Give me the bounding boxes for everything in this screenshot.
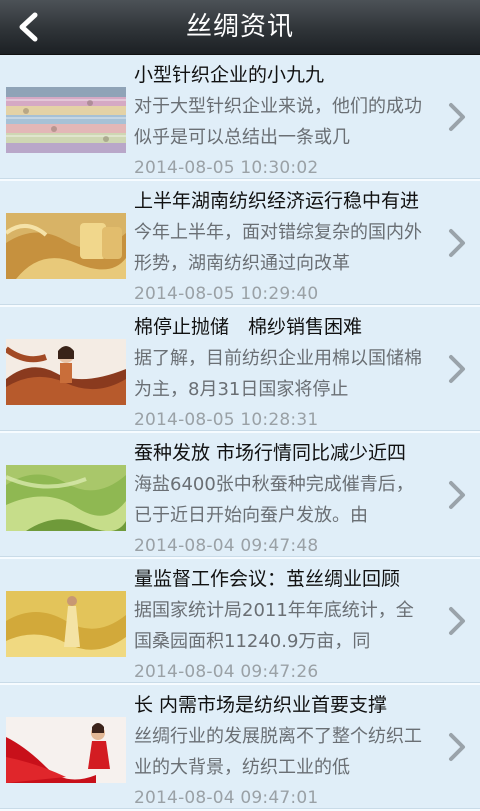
- news-thumbnail-red-silk-model: [6, 717, 126, 783]
- news-date: 2014-08-04 09:47:48: [134, 536, 319, 556]
- news-date: 2014-08-05 10:29:40: [134, 284, 319, 304]
- news-item[interactable]: 蚕种发放 市场行情同比减少近四 海盐6400张中秋蚕种完成催青后，已于近日开始向…: [0, 433, 480, 559]
- news-title: 量监督工作会议：茧丝绸业回顾: [134, 568, 401, 590]
- chevron-right-icon: [449, 103, 465, 131]
- news-date: 2014-08-04 09:47:01: [134, 788, 319, 808]
- news-list: 小型针织企业的小九九 对于大型针织企业来说，他们的成功似乎是可以总结出一条或几 …: [0, 55, 480, 811]
- news-summary: 对于大型针织企业来说，他们的成功似乎是可以总结出一条或几: [134, 96, 422, 148]
- app-header: 丝绸资讯: [0, 0, 480, 55]
- news-title: 长 内需市场是纺织业首要支撑: [134, 694, 388, 716]
- chevron-right-icon: [449, 481, 465, 509]
- news-title: 蚕种发放 市场行情同比减少近四: [134, 442, 407, 464]
- news-item[interactable]: 上半年湖南纺织经济运行稳中有进 今年上半年，面对错综复杂的国内外形势，湖南纺织通…: [0, 181, 480, 307]
- chevron-right-icon: [449, 607, 465, 635]
- news-item[interactable]: 小型针织企业的小九九 对于大型针织企业来说，他们的成功似乎是可以总结出一条或几 …: [0, 55, 480, 181]
- chevron-right-icon: [449, 733, 465, 761]
- back-button[interactable]: [6, 6, 50, 48]
- news-title: 小型针织企业的小九九: [134, 64, 325, 86]
- chevron-left-icon: [19, 12, 38, 42]
- news-date: 2014-08-04 09:47:26: [134, 662, 319, 682]
- chevron-right-icon: [449, 229, 465, 257]
- news-title: 棉停止抛储 棉纱销售困难: [134, 316, 363, 338]
- news-thumbnail-green-silk: [6, 465, 126, 531]
- news-item[interactable]: 量监督工作会议：茧丝绸业回顾 据国家统计局2011年年底统计，全国桑园面积112…: [0, 559, 480, 685]
- news-item[interactable]: 棉停止抛储 棉纱销售困难 据了解，目前纺织企业用棉以国储棉为主，8月31日国家将…: [0, 307, 480, 433]
- news-date: 2014-08-05 10:28:31: [134, 410, 319, 430]
- news-thumbnail-woman-silk-scarf: [6, 339, 126, 405]
- news-title: 上半年湖南纺织经济运行稳中有进: [134, 190, 420, 212]
- news-summary: 今年上半年，面对错综复杂的国内外形势，湖南纺织通过向改革: [134, 222, 422, 274]
- news-thumbnail-gold-silk-model: [6, 591, 126, 657]
- news-summary: 丝绸行业的发展脱离不了整个纺织工业的大背景，纺织工业的低: [134, 726, 422, 778]
- news-summary: 据国家统计局2011年年底统计，全国桑园面积11240.9万亩，同: [134, 600, 414, 652]
- news-thumbnail-fabric-rolls: [6, 87, 126, 153]
- news-date: 2014-08-05 10:30:02: [134, 158, 319, 178]
- news-thumbnail-gold-silk: [6, 213, 126, 279]
- chevron-right-icon: [449, 355, 465, 383]
- news-item[interactable]: 长 内需市场是纺织业首要支撑 丝绸行业的发展脱离不了整个纺织工业的大背景，纺织工…: [0, 685, 480, 811]
- news-summary: 据了解，目前纺织企业用棉以国储棉为主，8月31日国家将停止: [134, 348, 422, 400]
- news-summary: 海盐6400张中秋蚕种完成催青后，已于近日开始向蚕户发放。由: [134, 474, 414, 526]
- page-title: 丝绸资讯: [185, 12, 294, 42]
